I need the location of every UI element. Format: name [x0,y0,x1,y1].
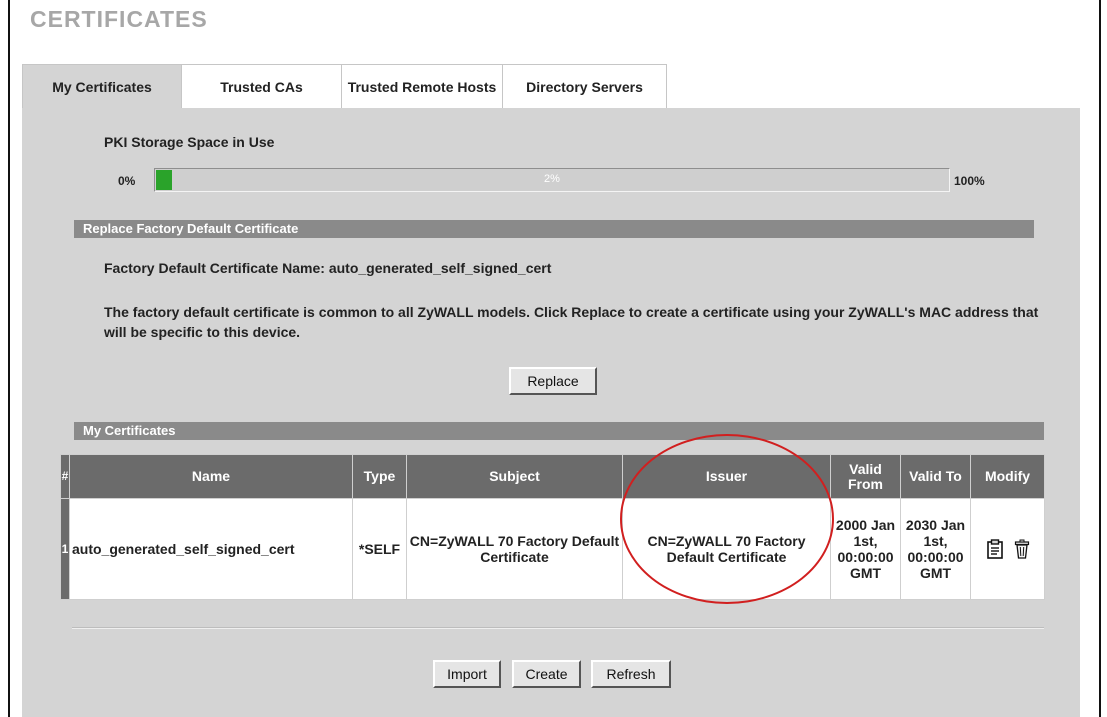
my-certificates-header: My Certificates [74,422,1044,440]
edit-icon[interactable] [986,539,1004,559]
frame-border-right [1099,0,1101,717]
tab-my-certificates[interactable]: My Certificates [22,64,182,109]
col-header-type: Type [352,454,407,499]
cert-valid-from: 2000 Jan 1st, 00:00:00 GMT [830,498,901,600]
replace-button[interactable]: Replace [509,367,597,395]
col-header-name: Name [69,454,353,499]
pki-max-label: 100% [954,174,985,188]
tab-trusted-cas[interactable]: Trusted CAs [182,64,342,109]
certificates-screen: CERTIFICATES My Certificates Trusted CAs… [0,0,1107,717]
delete-icon[interactable] [1014,539,1030,559]
tab-trusted-remote-hosts[interactable]: Trusted Remote Hosts [342,64,503,109]
col-header-valid-to: Valid To [900,454,971,499]
pki-used-label: 2% [544,173,560,185]
cert-name: auto_generated_self_signed_cert [69,498,353,600]
table-header-row: # Name Type Subject Issuer Valid From Va… [60,454,1045,499]
col-header-issuer: Issuer [622,454,831,499]
factory-certificate-description: The factory default certificate is commo… [104,304,1039,340]
create-button[interactable]: Create [512,660,581,688]
col-header-subject: Subject [406,454,623,499]
page-title: CERTIFICATES [30,6,208,32]
col-header-number: # [60,454,70,499]
actions-divider [72,627,1044,629]
tab-directory-servers[interactable]: Directory Servers [503,64,667,109]
factory-certificate-name: Factory Default Certificate Name: auto_g… [104,260,552,276]
col-header-valid-from: Valid From [830,454,901,499]
cert-valid-to: 2030 Jan 1st, 00:00:00 GMT [900,498,971,600]
cert-issuer: CN=ZyWALL 70 Factory Default Certificate [622,498,831,600]
pki-storage-bar: 2% [154,168,950,192]
cert-modify [970,498,1045,600]
cert-subject: CN=ZyWALL 70 Factory Default Certificate [406,498,623,600]
import-button[interactable]: Import [433,660,501,688]
tab-content-panel: PKI Storage Space in Use 0% 2% 100% Repl… [22,108,1080,717]
pki-storage-label: PKI Storage Space in Use [104,134,275,150]
row-number: 1 [60,498,70,600]
frame-border-left [8,0,10,717]
cert-type: *SELF [352,498,407,600]
replace-section-header: Replace Factory Default Certificate [74,220,1034,238]
pki-min-label: 0% [118,174,136,188]
certificates-table: # Name Type Subject Issuer Valid From Va… [60,454,1045,600]
tab-bar: My Certificates Trusted CAs Trusted Remo… [22,64,667,109]
col-header-modify: Modify [970,454,1045,499]
table-row: 1 auto_generated_self_signed_cert *SELF … [60,498,1045,600]
refresh-button[interactable]: Refresh [591,660,671,688]
